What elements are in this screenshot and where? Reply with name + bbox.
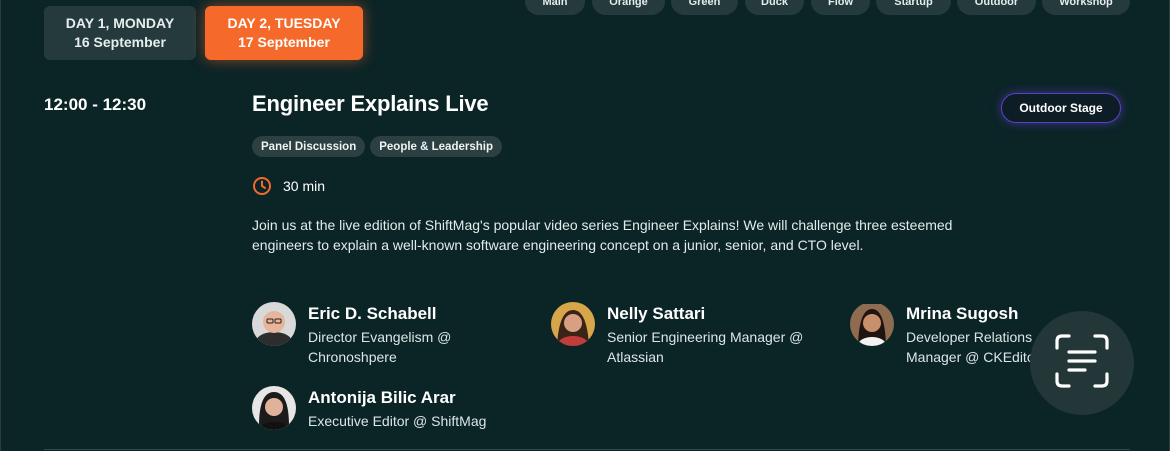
stage-filter-workshop[interactable]: Workshop: [1042, 0, 1130, 15]
day-tab-1[interactable]: DAY 1, MONDAY 16 September: [44, 6, 196, 60]
tag-panel-discussion[interactable]: Panel Discussion: [252, 136, 366, 157]
avatar: [850, 304, 894, 346]
tag-people-leadership[interactable]: People & Leadership: [370, 136, 502, 157]
stage-filter-green[interactable]: Green: [671, 0, 738, 15]
speaker-role: Senior Engineering Manager @ Atlassian: [607, 329, 804, 365]
speaker-role: Developer Relations Manager @ CKEditor: [906, 329, 1040, 365]
speaker-name: Nelly Sattari: [607, 304, 706, 323]
venue-badge[interactable]: Outdoor Stage: [1001, 93, 1121, 123]
session-tags: Panel Discussion People & Leadership: [252, 136, 502, 157]
speaker-card[interactable]: Mrina Sugosh Developer Relations Manager…: [850, 304, 1040, 367]
stage-filter-flow[interactable]: Flow: [811, 0, 870, 15]
duration-label: 30 min: [283, 178, 326, 194]
session-time: 12:00 - 12:30: [44, 95, 147, 114]
avatar: [252, 302, 296, 346]
speaker-card[interactable]: Antonija Bilic Arar Executive Editor @ S…: [252, 386, 542, 431]
scan-text-button[interactable]: [1030, 311, 1134, 415]
stage-filter-startup[interactable]: Startup: [876, 0, 951, 15]
avatar: [252, 386, 296, 430]
session-divider: [44, 449, 1130, 450]
avatar: [551, 302, 595, 346]
speaker-role: Director Evangelism @ Chronoshpere: [308, 329, 452, 365]
day-tab-date: 16 September: [74, 34, 166, 50]
session-duration: 30 min: [252, 176, 325, 196]
speaker-name: Eric D. Schabell: [308, 304, 437, 323]
speaker-role: Executive Editor @ ShiftMag: [308, 413, 487, 429]
scan-text-icon: [1053, 332, 1111, 395]
speaker-card[interactable]: Eric D. Schabell Director Evangelism @ C…: [252, 302, 512, 367]
speaker-card[interactable]: Nelly Sattari Senior Engineering Manager…: [551, 302, 811, 367]
day-tab-2[interactable]: DAY 2, TUESDAY 17 September: [205, 6, 363, 60]
speaker-name: Antonija Bilic Arar: [308, 388, 456, 407]
session-title[interactable]: Engineer Explains Live: [252, 91, 489, 117]
speaker-name: Mrina Sugosh: [906, 304, 1019, 323]
stage-filter-outdoor[interactable]: Outdoor: [957, 0, 1036, 15]
stage-filter-main[interactable]: Main: [525, 0, 585, 15]
clock-icon: [252, 176, 272, 196]
day-tab-name: DAY 1, MONDAY: [65, 15, 175, 31]
stage-filter-orange[interactable]: Orange: [592, 0, 665, 15]
stage-filter-duck[interactable]: Duck: [745, 0, 804, 15]
session-description: Join us at the live edition of ShiftMag'…: [252, 217, 953, 253]
day-tab-date: 17 September: [238, 34, 330, 50]
day-tab-name: DAY 2, TUESDAY: [227, 15, 341, 31]
